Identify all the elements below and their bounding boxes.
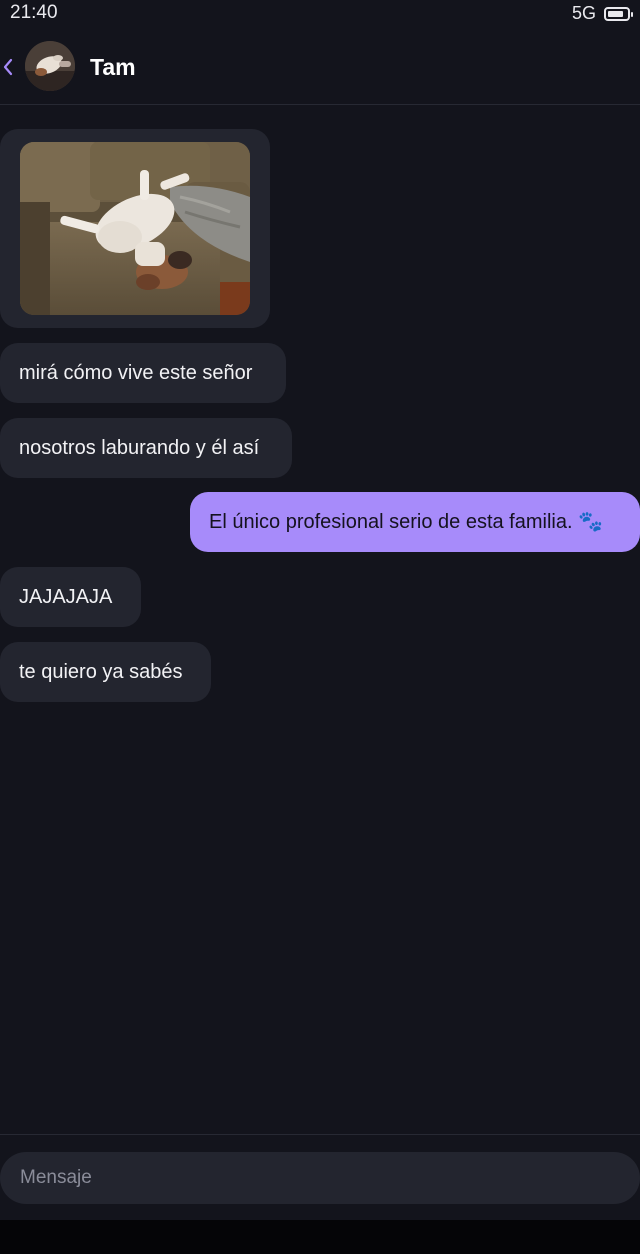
message-bubble-incoming[interactable]: JAJAJAJA [0, 567, 141, 627]
avatar[interactable] [25, 41, 75, 91]
dog-photo-avatar [25, 41, 75, 91]
message-input[interactable] [0, 1152, 640, 1204]
status-time: 21:40 [10, 2, 58, 23]
message-photo[interactable] [20, 142, 250, 315]
contact-name[interactable]: Tam [90, 54, 136, 81]
home-indicator-area [0, 1220, 640, 1254]
status-indicators: 5G [571, 3, 633, 24]
message-text: te quiero ya sabés [19, 661, 183, 683]
message-text: nosotros laburando y él así [19, 437, 260, 459]
message-list: mirá cómo vive este señor nosotros labur… [0, 106, 640, 1134]
battery-level [608, 10, 623, 17]
dog-sleeping-on-couch-photo [20, 142, 250, 315]
message-text: JAJAJAJA [19, 586, 113, 608]
chevron-left-icon [3, 58, 13, 76]
battery-icon [604, 6, 633, 21]
message-bubble-outgoing[interactable]: El único profesional serio de esta famil… [190, 492, 640, 552]
back-button[interactable] [0, 52, 16, 82]
message-bubble-incoming[interactable]: te quiero ya sabés [0, 642, 211, 702]
composer [0, 1134, 640, 1220]
network-indicator: 5G [571, 3, 596, 23]
message-text: mirá cómo vive este señor [19, 362, 253, 384]
message-bubble-incoming[interactable]: mirá cómo vive este señor [0, 343, 286, 403]
chat-screen: 21:40 5G Tam mirá cómo vive este señor n… [0, 0, 640, 1254]
message-bubble-incoming[interactable]: nosotros laburando y él así [0, 418, 292, 478]
chat-header: Tam [0, 30, 640, 105]
message-text: El único profesional serio de esta famil… [209, 511, 603, 533]
status-bar: 21:40 5G [0, 0, 640, 26]
image-message[interactable] [0, 129, 270, 328]
